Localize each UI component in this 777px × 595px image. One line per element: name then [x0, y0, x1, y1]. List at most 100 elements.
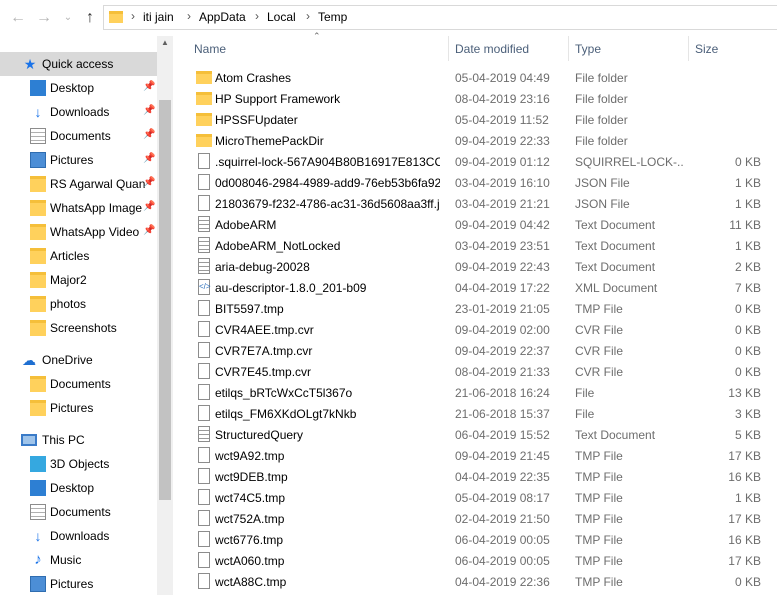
pin-icon[interactable]: 📌	[143, 225, 155, 236]
table-row[interactable]: etilqs_FM6XKdOLgt7kNkb 21-06-2018 15:37 Fi…	[174, 403, 777, 424]
file-size: 17 KB	[728, 449, 761, 463]
pin-icon[interactable]: 📌	[143, 81, 155, 92]
file-icon	[198, 468, 210, 484]
sidebar-item-onedrive-pictures[interactable]: Pictures	[0, 396, 158, 420]
column-header-name[interactable]: Name	[174, 36, 449, 61]
music-icon: ♪	[34, 551, 42, 568]
sidebar-item-articles[interactable]: Articles	[0, 244, 158, 268]
arrow-left-icon[interactable]: ←	[8, 8, 28, 28]
file-date: 03-04-2019 21:21	[455, 197, 550, 211]
column-header-size[interactable]: Size	[689, 36, 777, 61]
arrow-up-icon[interactable]: ↑	[80, 8, 100, 28]
column-header-date[interactable]: Date modified	[449, 36, 569, 61]
file-icon	[198, 174, 210, 190]
pin-icon[interactable]: 📌	[143, 177, 155, 188]
breadcrumb-item[interactable]: Local	[267, 10, 296, 24]
breadcrumb-item[interactable]: iti jain	[143, 10, 174, 24]
table-row[interactable]: HPSSFUpdater 05-04-2019 11:52 File folder	[174, 109, 777, 130]
pin-icon[interactable]: 📌	[143, 201, 155, 212]
sidebar-item-onedrive-documents[interactable]: Documents	[0, 372, 158, 396]
sidebar-item-label: Music	[50, 553, 82, 567]
file-icon	[198, 447, 210, 463]
address-bar[interactable]: › iti jain › AppData › Local › Temp	[103, 5, 777, 30]
table-row[interactable]: AdobeARM_NotLocked 03-04-2019 23:51 Text D…	[174, 235, 777, 256]
table-row[interactable]: StructuredQuery 06-04-2019 15:52 Text Docu…	[174, 424, 777, 445]
sidebar-item-quick-access[interactable]: ★ Quick access	[0, 52, 158, 76]
table-row[interactable]: MicroThemePackDir 09-04-2019 22:33 File fo…	[174, 130, 777, 151]
table-row[interactable]: wct9A92.tmp 09-04-2019 21:45 TMP File 17 KB	[174, 445, 777, 466]
table-row[interactable]: 0d008046-2984-4989-add9-76eb53b6fa92... 0…	[174, 172, 777, 193]
table-row[interactable]: AdobeARM 09-04-2019 04:42 Text Document 11 …	[174, 214, 777, 235]
sidebar-item-onedrive[interactable]: ☁ OneDrive	[0, 348, 158, 372]
table-row[interactable]: </> au-descriptor-1.8.0_201-b09 04-04-2019…	[174, 277, 777, 298]
sidebar-item-major2[interactable]: Major2	[0, 268, 158, 292]
text-file-icon	[198, 426, 210, 442]
file-name: etilqs_bRTcWxCcT5l367o	[215, 386, 353, 400]
table-row[interactable]: etilqs_bRTcWxCcT5l367o 21-06-2018 16:24 Fi…	[174, 382, 777, 403]
scrollbar-thumb[interactable]	[159, 100, 171, 500]
file-type: XML Document	[575, 281, 658, 295]
sidebar-item-music[interactable]: ♪ Music	[0, 548, 158, 572]
sidebar-item-pc-downloads[interactable]: ↓ Downloads	[0, 524, 158, 548]
table-row[interactable]: wct752A.tmp 02-04-2019 21:50 TMP File 17 KB	[174, 508, 777, 529]
cloud-icon: ☁	[22, 352, 36, 368]
file-date: 05-04-2019 04:49	[455, 71, 550, 85]
table-row[interactable]: wctA060.tmp 06-04-2019 00:05 TMP File 17 KB	[174, 550, 777, 571]
arrow-right-icon[interactable]: →	[34, 8, 54, 28]
file-date: 06-04-2019 00:05	[455, 554, 550, 568]
table-row[interactable]: wct9DEB.tmp 04-04-2019 22:35 TMP File 16 KB	[174, 466, 777, 487]
sidebar-scrollbar[interactable]: ▲	[157, 36, 173, 595]
file-type: TMP File	[575, 449, 623, 463]
sidebar-item-pc-desktop[interactable]: Desktop	[0, 476, 158, 500]
table-row[interactable]: HP Support Framework 08-04-2019 23:16 File…	[174, 88, 777, 109]
file-icon	[198, 489, 210, 505]
table-row[interactable]: CVR4AEE.tmp.cvr 09-04-2019 02:00 CVR File 0…	[174, 319, 777, 340]
table-row[interactable]: wctA88C.tmp 04-04-2019 22:36 TMP File 0 KB	[174, 571, 777, 592]
sidebar-item-whatsapp-video[interactable]: WhatsApp Video 📌	[0, 220, 158, 244]
sidebar-item-screenshots[interactable]: Screenshots	[0, 316, 158, 340]
table-row[interactable]: wct74C5.tmp 05-04-2019 08:17 TMP File 1 KB	[174, 487, 777, 508]
sidebar-item-pictures[interactable]: Pictures 📌	[0, 148, 158, 172]
file-size: 1 KB	[734, 491, 761, 505]
table-row[interactable]: aria-debug-20028 09-04-2019 22:43 Text Doc…	[174, 256, 777, 277]
pin-icon[interactable]: 📌	[143, 105, 155, 116]
folder-icon	[30, 320, 46, 336]
sidebar-item-whatsapp-image[interactable]: WhatsApp Image 📌	[0, 196, 158, 220]
sidebar-item-desktop[interactable]: Desktop 📌	[0, 76, 158, 100]
file-size: 1 KB	[734, 176, 761, 190]
table-row[interactable]: CVR7E7A.tmp.cvr 09-04-2019 22:37 CVR File 0…	[174, 340, 777, 361]
text-file-icon	[198, 216, 210, 232]
sidebar-item-documents[interactable]: Documents 📌	[0, 124, 158, 148]
table-row[interactable]: .squirrel-lock-567A904B80B16917E813CC...…	[174, 151, 777, 172]
file-name: CVR7E45.tmp.cvr	[215, 365, 312, 379]
breadcrumb-item[interactable]: Temp	[318, 10, 347, 24]
column-header-type[interactable]: Type	[569, 36, 689, 61]
pin-icon[interactable]: 📌	[143, 153, 155, 164]
table-row[interactable]: wct6776.tmp 06-04-2019 00:05 TMP File 16 KB	[174, 529, 777, 550]
sidebar-item-downloads[interactable]: ↓ Downloads 📌	[0, 100, 158, 124]
pin-icon[interactable]: 📌	[143, 129, 155, 140]
sidebar-item-pc-pictures[interactable]: Pictures	[0, 572, 158, 595]
breadcrumb-item[interactable]: AppData	[199, 10, 246, 24]
table-row[interactable]: CVR7E45.tmp.cvr 08-04-2019 21:33 CVR File 0…	[174, 361, 777, 382]
sidebar-item-photos[interactable]: photos	[0, 292, 158, 316]
sidebar-item-rs-agarwal[interactable]: RS Agarwal Quan 📌	[0, 172, 158, 196]
file-name: CVR4AEE.tmp.cvr	[215, 323, 314, 337]
chevron-down-icon[interactable]: ⌄	[58, 8, 78, 28]
file-date: 03-04-2019 16:10	[455, 176, 550, 190]
chevron-up-icon[interactable]: ▲	[157, 38, 173, 50]
sidebar-item-pc-documents[interactable]: Documents	[0, 500, 158, 524]
sidebar-item-this-pc[interactable]: This PC	[0, 428, 158, 452]
table-row[interactable]: 21803679-f232-4786-ac31-36d5608aa3ff.j..…	[174, 193, 777, 214]
documents-icon	[30, 128, 46, 144]
file-date: 09-04-2019 21:45	[455, 449, 550, 463]
sidebar-item-label: Articles	[50, 249, 90, 263]
table-row[interactable]: Atom Crashes 05-04-2019 04:49 File folder	[174, 67, 777, 88]
documents-icon	[30, 504, 46, 520]
chevron-right-icon: ›	[306, 9, 310, 23]
table-row[interactable]: BIT5597.tmp 23-01-2019 21:05 TMP File 0 KB	[174, 298, 777, 319]
file-type: File	[575, 386, 595, 400]
file-date: 23-01-2019 21:05	[455, 302, 550, 316]
sidebar-item-3d-objects[interactable]: 3D Objects	[0, 452, 158, 476]
file-name: HPSSFUpdater	[215, 113, 298, 127]
